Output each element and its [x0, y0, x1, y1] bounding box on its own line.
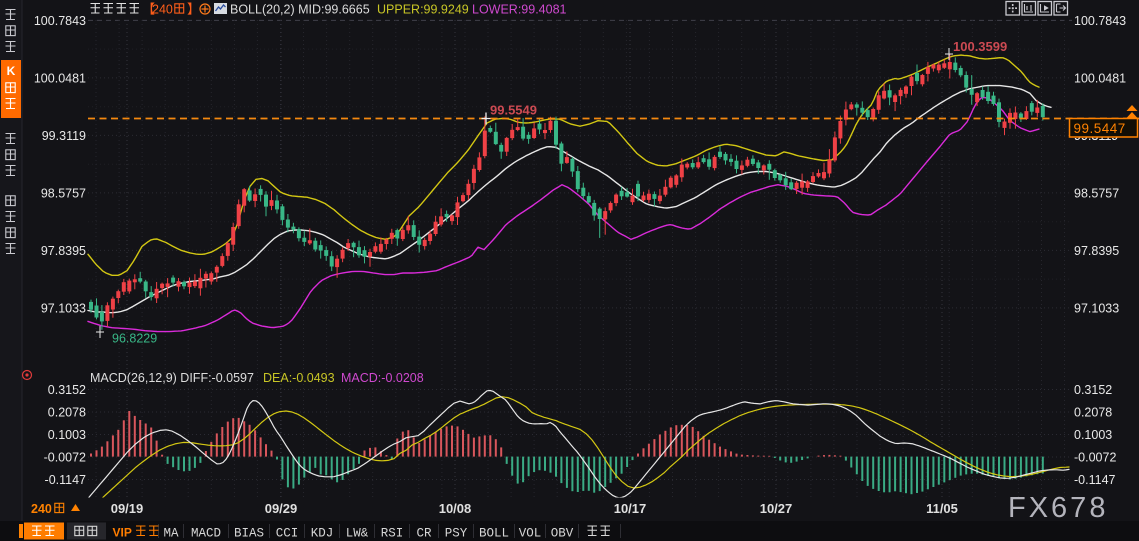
svg-text:97.1033: 97.1033: [1074, 301, 1119, 315]
svg-text:97.1033: 97.1033: [41, 301, 86, 315]
svg-text:-0.1147: -0.1147: [1074, 473, 1116, 487]
svg-text:98.5757: 98.5757: [1074, 186, 1119, 200]
svg-text:KDJ: KDJ: [311, 527, 334, 541]
svg-text:MACD: MACD: [191, 527, 221, 541]
svg-text:96.8229: 96.8229: [112, 332, 157, 346]
svg-text:10/17: 10/17: [614, 501, 647, 516]
svg-text:MACD:-0.0208: MACD:-0.0208: [341, 371, 424, 385]
svg-text:98.5757: 98.5757: [41, 186, 86, 200]
svg-text:09/29: 09/29: [265, 501, 298, 516]
svg-text:0.3152: 0.3152: [1074, 383, 1112, 397]
svg-text:CR: CR: [416, 527, 432, 541]
svg-text:99.5549: 99.5549: [490, 103, 537, 118]
svg-text:100.0481: 100.0481: [1074, 71, 1126, 85]
svg-text:100.7843: 100.7843: [1074, 14, 1126, 28]
svg-text:09/19: 09/19: [111, 501, 144, 516]
svg-text:DEA:-0.0493: DEA:-0.0493: [263, 371, 335, 385]
svg-text:0.2078: 0.2078: [48, 406, 86, 420]
svg-text:PSY: PSY: [445, 527, 468, 541]
svg-text:MACD(26,12,9) DIFF:-0.0597: MACD(26,12,9) DIFF:-0.0597: [90, 371, 254, 385]
svg-text:97.8395: 97.8395: [41, 244, 86, 258]
svg-text:240: 240: [31, 502, 52, 516]
svg-text:OBV: OBV: [551, 527, 574, 541]
svg-text:0.1003: 0.1003: [1074, 428, 1112, 442]
svg-text:】: 】: [187, 2, 200, 17]
svg-text:VOL: VOL: [519, 527, 542, 541]
svg-text:BIAS: BIAS: [234, 527, 264, 541]
svg-text:K: K: [7, 64, 16, 78]
svg-text:VIP: VIP: [113, 526, 132, 540]
svg-text:0.2078: 0.2078: [1074, 406, 1112, 420]
svg-text:BOLL: BOLL: [479, 527, 509, 541]
svg-text:UPPER:99.9249: UPPER:99.9249: [377, 3, 469, 17]
svg-text:10/27: 10/27: [760, 501, 793, 516]
svg-text:FX678: FX678: [1008, 492, 1108, 524]
svg-text:0.3152: 0.3152: [48, 383, 86, 397]
svg-text:99.5447: 99.5447: [1074, 121, 1126, 136]
svg-text:99.3119: 99.3119: [42, 129, 86, 143]
svg-text:LW&: LW&: [346, 527, 369, 541]
svg-text:MA: MA: [163, 527, 179, 541]
svg-text:100.7843: 100.7843: [34, 14, 86, 28]
svg-text:10/08: 10/08: [439, 501, 472, 516]
svg-text:BOLL(20,2) MID:99.6665: BOLL(20,2) MID:99.6665: [230, 3, 370, 17]
svg-text:0.1003: 0.1003: [48, 428, 86, 442]
svg-text:CCI: CCI: [276, 527, 299, 541]
svg-text:-0.0072: -0.0072: [44, 451, 86, 465]
svg-text:240: 240: [152, 3, 173, 17]
svg-text:RSI: RSI: [381, 527, 404, 541]
svg-text:LOWER:99.4081: LOWER:99.4081: [472, 3, 567, 17]
svg-text:-0.0072: -0.0072: [1074, 451, 1116, 465]
svg-text:11/05: 11/05: [926, 501, 958, 516]
svg-text:-0.1147: -0.1147: [45, 473, 87, 487]
svg-text:100.0481: 100.0481: [34, 71, 86, 85]
svg-text:97.8395: 97.8395: [1074, 244, 1119, 258]
svg-text:100.3599: 100.3599: [953, 39, 1007, 54]
